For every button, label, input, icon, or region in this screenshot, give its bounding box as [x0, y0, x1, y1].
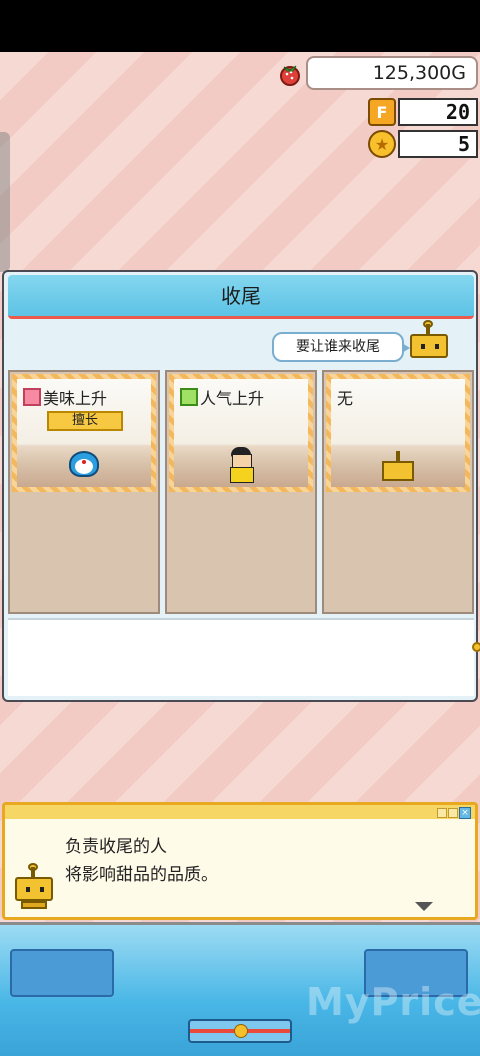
taste-icon [23, 388, 41, 406]
finisher-select-panel: 收尾 要让谁来收尾 美味上升 擅长 人气上升 无 [2, 270, 480, 702]
continue-arrow-icon[interactable] [415, 902, 433, 911]
close-icon[interactable]: × [459, 807, 471, 819]
f-points-value: 20 [398, 98, 478, 126]
left-menu-button[interactable] [10, 949, 114, 997]
staff-slot-3[interactable]: 无 [322, 370, 474, 614]
f-points-icon: F [368, 98, 396, 126]
hint-dialog[interactable]: × 负责收尾的人 将影响甜品的品质。 [2, 802, 478, 920]
f-points-display: F 20 [368, 98, 478, 128]
side-drawer-handle[interactable] [0, 132, 10, 272]
robot-mascot-icon [408, 320, 450, 368]
robot-avatar [382, 451, 414, 481]
dialog-line-1: 负责收尾的人 [65, 837, 167, 857]
staff-card[interactable]: 美味上升 擅长 [12, 374, 156, 492]
staff-slot-2[interactable]: 人气上升 [165, 370, 317, 614]
coin-icon: ★ [368, 130, 396, 158]
specialty-tag: 擅长 [47, 411, 123, 431]
watermark: MyPrice [306, 980, 480, 1024]
slot-3-label: 无 [337, 389, 354, 408]
description-area [8, 618, 474, 696]
coins-display: ★ 5 [368, 130, 478, 160]
staff-slot-1[interactable]: 美味上升 擅长 [8, 370, 160, 614]
prompt-bubble: 要让谁来收尾 [272, 332, 410, 362]
center-menu-button[interactable] [188, 1019, 292, 1043]
slot-2-label: 人气上升 [200, 389, 265, 408]
slot-1-label: 美味上升 [43, 389, 108, 408]
staff-slots: 美味上升 擅长 人气上升 无 [8, 370, 474, 614]
panel-title: 收尾 [8, 275, 474, 319]
nobita-avatar [229, 447, 254, 483]
strawberry-icon [280, 65, 300, 86]
coins-value: 5 [398, 130, 478, 158]
gold-value: 125,300G [306, 56, 478, 90]
scroll-indicator-dot[interactable] [472, 642, 480, 652]
staff-card[interactable]: 无 [326, 374, 470, 492]
dialog-line-2: 将影响甜品的品质。 [65, 865, 218, 885]
staff-card[interactable]: 人气上升 [169, 374, 313, 492]
popularity-icon [180, 388, 198, 406]
robot-speaker-icon [13, 863, 55, 911]
system-status-bar [0, 0, 480, 52]
doraemon-avatar [69, 451, 99, 481]
